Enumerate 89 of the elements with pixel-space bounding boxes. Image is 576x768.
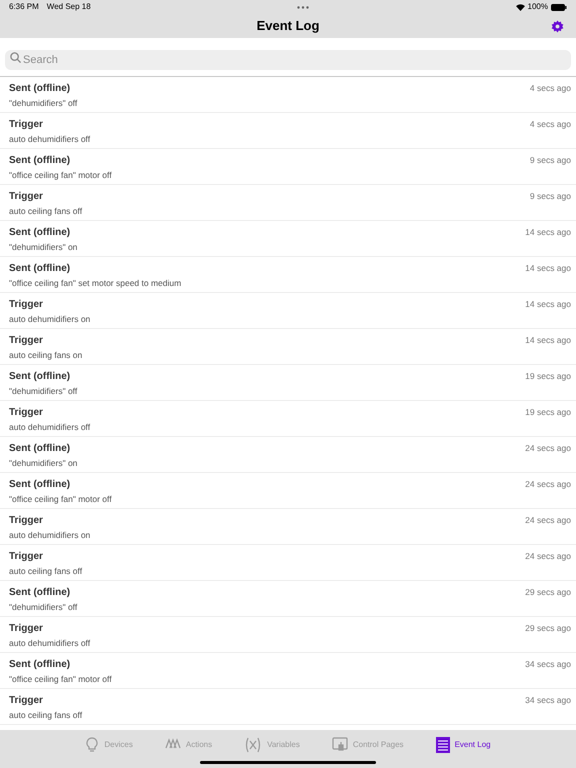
event-detail: auto dehumidifiers off	[9, 421, 92, 433]
event-title: Sent (offline)	[9, 586, 72, 599]
status-time: 6:36 PM	[9, 1, 39, 13]
event-detail: "office ceiling fan" set motor speed to medium	[9, 277, 182, 289]
event-row[interactable]: Sent (offline) "dehumidifiers" off 29 secs ago	[0, 581, 576, 617]
event-title: Sent (offline)	[9, 154, 72, 167]
event-detail: auto dehumidifiers off	[9, 133, 92, 145]
event-detail: auto dehumidifiers on	[9, 313, 92, 325]
event-title: Sent (offline)	[9, 442, 72, 455]
event-title: Trigger	[9, 550, 44, 563]
event-row[interactable]: Trigger auto dehumidifiers off 4 secs ago	[0, 113, 576, 149]
event-title: Trigger	[9, 406, 44, 419]
list-icon	[436, 737, 450, 753]
event-detail: "office ceiling fan" motor off	[9, 169, 113, 181]
wifi-icon	[516, 4, 525, 10]
event-row[interactable]: Sent (offline) "dehumidifiers" on 24 secs ago	[0, 437, 576, 473]
event-detail: auto ceiling fans on	[9, 349, 84, 361]
event-row[interactable]: Trigger auto ceiling fans on 14 secs ago	[0, 329, 576, 365]
event-detail: auto ceiling fans off	[9, 565, 84, 577]
event-time: 34 secs ago	[525, 658, 571, 671]
event-title: Sent (offline)	[9, 262, 72, 275]
event-detail: auto dehumidifiers on	[9, 529, 92, 541]
event-row[interactable]: Trigger auto dehumidifiers on 14 secs ago	[0, 293, 576, 329]
event-title: Sent (offline)	[9, 226, 72, 239]
event-title: Trigger	[9, 694, 44, 707]
event-title: Trigger	[9, 118, 44, 131]
event-row[interactable]: Sent (offline) "dehumidifiers" on 14 secs ago	[0, 221, 576, 257]
search-icon	[10, 52, 21, 63]
event-row[interactable]: Sent (offline) "office ceiling fan" motor off 9 secs ago	[0, 149, 576, 185]
event-title: Sent (offline)	[9, 658, 72, 671]
event-title: Sent (offline)	[9, 478, 72, 491]
event-detail: "dehumidifiers" on	[9, 457, 78, 469]
event-row[interactable]: Trigger auto dehumidifiers off 29 secs ago	[0, 617, 576, 653]
event-time: 24 secs ago	[525, 550, 571, 563]
event-row[interactable]: Sent (offline) "office ceiling fan" motor off 24 secs ago	[0, 473, 576, 509]
event-time: 9 secs ago	[530, 190, 571, 203]
event-time: 24 secs ago	[525, 514, 571, 527]
event-time: 14 secs ago	[525, 226, 571, 239]
event-title: Trigger	[9, 514, 44, 527]
event-row[interactable]: Trigger auto dehumidifiers on 24 secs ago	[0, 509, 576, 545]
touch-panel-icon	[332, 737, 348, 751]
event-time: 4 secs ago	[530, 118, 571, 131]
variable-icon	[244, 737, 262, 753]
event-detail: auto ceiling fans off	[9, 709, 84, 721]
event-time: 4 secs ago	[530, 82, 571, 95]
event-time: 14 secs ago	[525, 298, 571, 311]
event-row[interactable]: Sent (offline) "dehumidifiers" off 4 secs ago	[0, 77, 576, 113]
event-time: 19 secs ago	[525, 406, 571, 419]
event-title: Trigger	[9, 334, 44, 347]
event-time: 29 secs ago	[525, 622, 571, 635]
event-title: Sent (offline)	[9, 82, 72, 95]
event-detail: "office ceiling fan" motor off	[9, 673, 113, 685]
battery-icon	[551, 4, 567, 10]
multitasking-dots-icon	[297, 6, 310, 8]
search-field[interactable]: Search	[5, 50, 571, 70]
event-title: Trigger	[9, 298, 44, 311]
event-time: 29 secs ago	[525, 586, 571, 599]
event-detail: auto dehumidifiers off	[9, 637, 92, 649]
battery-percent: 100%	[528, 1, 548, 13]
settings-button[interactable]	[550, 19, 564, 33]
event-row[interactable]: Trigger auto ceiling fans off 34 secs ago	[0, 689, 576, 725]
lightbulb-icon	[85, 737, 100, 753]
status-date: Wed Sep 18	[46, 1, 91, 13]
page-title: Event Log	[256, 17, 320, 36]
event-detail: "dehumidifiers" off	[9, 601, 78, 613]
event-row[interactable]: Sent (offline) "dehumidifiers" off 19 secs ago	[0, 365, 576, 401]
tab-item[interactable]: Event Log	[436, 737, 491, 755]
event-row[interactable]: Trigger auto ceiling fans off 24 secs ago	[0, 545, 576, 581]
actions-icon	[164, 737, 181, 749]
settings-icon	[550, 20, 564, 32]
event-row[interactable]: Trigger auto ceiling fans off 9 secs ago	[0, 185, 576, 221]
event-detail: "dehumidifiers" off	[9, 385, 78, 397]
event-time: 9 secs ago	[530, 154, 571, 167]
event-detail: "dehumidifiers" off	[9, 97, 78, 109]
event-time: 14 secs ago	[525, 334, 571, 347]
event-time: 14 secs ago	[525, 262, 571, 275]
event-time: 24 secs ago	[525, 478, 571, 491]
event-time: 24 secs ago	[525, 442, 571, 455]
event-title: Sent (offline)	[9, 370, 72, 383]
event-detail: auto ceiling fans off	[9, 205, 84, 217]
event-title: Trigger	[9, 622, 44, 635]
event-time: 19 secs ago	[525, 370, 571, 383]
event-time: 34 secs ago	[525, 694, 571, 707]
event-title: Trigger	[9, 190, 44, 203]
event-row[interactable]: Sent (offline) "office ceiling fan" motor off 34 secs ago	[0, 653, 576, 689]
event-row[interactable]: Trigger auto dehumidifiers off 19 secs ago	[0, 401, 576, 437]
event-row[interactable]: Sent (offline) "office ceiling fan" set motor speed to medium 14 secs ago	[0, 257, 576, 293]
event-detail: "office ceiling fan" motor off	[9, 493, 113, 505]
event-detail: "dehumidifiers" on	[9, 241, 78, 253]
